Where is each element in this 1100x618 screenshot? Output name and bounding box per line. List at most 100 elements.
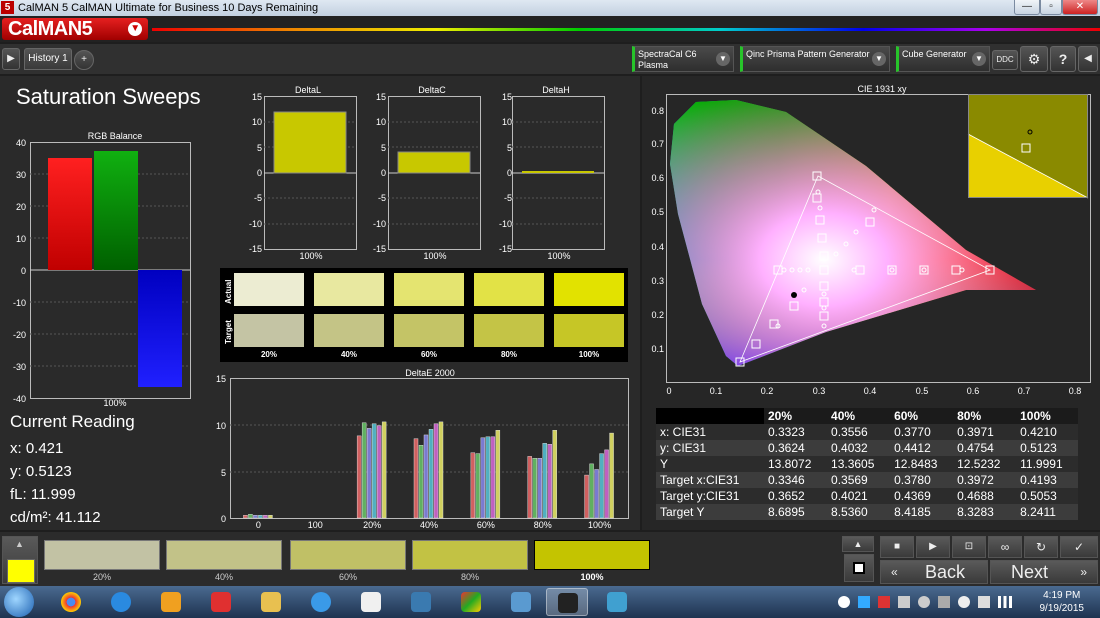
clock-time: 4:19 PM [1043, 590, 1081, 601]
tick-label: 0 [256, 168, 262, 178]
table-cell: x: CIE31 [656, 424, 764, 440]
cloud-icon[interactable] [300, 588, 342, 616]
tick-label: 0.3 [812, 386, 826, 396]
table-cell: 0.5123 [1016, 440, 1078, 456]
tray-icon[interactable] [878, 596, 890, 608]
close-button[interactable]: ✕ [1062, 0, 1098, 15]
window-app-icon[interactable] [400, 588, 442, 616]
tick-label: 0 [380, 168, 386, 178]
window-title: CalMAN 5 CalMAN Ultimate for Business 10… [18, 2, 319, 14]
chevron-down-icon: ▼ [716, 52, 730, 66]
chevron-up-icon[interactable]: ▲ [842, 536, 874, 552]
tray-icon[interactable] [838, 596, 850, 608]
deltae-x-tick-label: 40% [419, 520, 438, 530]
minimize-button[interactable]: — [1014, 0, 1040, 15]
table-row: Y 13.8072 13.3605 12.8483 12.5232 11.9991 [656, 456, 1078, 472]
delta-c-title: DeltaC [418, 85, 446, 95]
tray-icon[interactable] [958, 596, 970, 608]
tick-label: -5 [377, 193, 386, 203]
play-icon[interactable]: ▶ [2, 48, 20, 70]
next-button[interactable]: Next » [990, 560, 1098, 584]
collapse-panel-icon[interactable]: ◀ [1078, 46, 1098, 72]
tray-icon[interactable] [938, 596, 950, 608]
measure-all-icon[interactable]: ⊡ [952, 536, 986, 558]
checkmark-icon[interactable]: ✓ [1060, 536, 1098, 558]
calman-taskbar-icon[interactable] [546, 588, 588, 616]
back-button[interactable]: « Back [880, 560, 988, 584]
tick-label: 30 [15, 170, 26, 180]
tick-label: 0.5 [915, 386, 929, 396]
swatch-comparison-panel: Actual Target 20% 40% 60% 80% 100% [220, 268, 628, 362]
tick-label: -15 [372, 244, 386, 254]
stop-measure-icon[interactable]: ■ [880, 536, 914, 558]
deltae-bar [258, 514, 263, 519]
bottom-swatch-40[interactable] [166, 540, 282, 570]
tick-label: 10 [375, 117, 386, 127]
play-measure-icon[interactable]: ▶ [916, 536, 950, 558]
start-button[interactable] [4, 587, 34, 617]
add-tab-button[interactable]: + [74, 50, 94, 70]
window-title-bar: 5 CalMAN 5 CalMAN Ultimate for Business … [0, 0, 1100, 16]
delta-h-x-label: 100% [547, 251, 571, 261]
network-icon[interactable] [998, 596, 1012, 608]
ddc-button[interactable]: DDC [992, 50, 1018, 70]
table-cell: 0.4210 [1016, 424, 1078, 440]
target-swatch-40 [314, 314, 384, 347]
apps-grid-icon[interactable] [350, 588, 392, 616]
internet-explorer-icon[interactable] [100, 588, 142, 616]
tick-label: 5 [256, 143, 262, 153]
deltae-bar [594, 469, 599, 519]
file-explorer-icon[interactable] [250, 588, 292, 616]
tick-label: 5 [380, 143, 386, 153]
blue-bar [138, 270, 182, 387]
tick-label: 0.1 [651, 344, 664, 354]
clock[interactable]: 4:19 PM 9/19/2015 [1040, 589, 1085, 615]
help-icon[interactable]: ? [1050, 46, 1076, 72]
table-header-cell: 80% [953, 408, 1017, 424]
bottom-swatch-80[interactable] [412, 540, 528, 570]
table-row: Target Y 8.6895 8.5360 8.4185 8.3283 8.2411 [656, 504, 1078, 520]
tab-history-1[interactable]: History 1 [24, 48, 72, 70]
delta-h-bar [522, 171, 594, 173]
gear-icon[interactable]: ⚙ [1020, 46, 1048, 72]
bottom-swatch-20[interactable] [44, 540, 160, 570]
colorful-app-icon[interactable] [450, 588, 492, 616]
bottom-swatch-100[interactable] [534, 540, 650, 570]
chrome-icon[interactable] [50, 588, 92, 616]
meter-selector[interactable]: SpectraCal C6 Plasma ▼ [632, 46, 734, 72]
tick-label: -15 [498, 244, 512, 254]
tray-icon[interactable] [858, 596, 870, 608]
table-cell: 0.3556 [827, 424, 891, 440]
bottom-swatch-60[interactable] [290, 540, 406, 570]
chevron-down-icon: ▼ [128, 22, 142, 36]
network-app-icon[interactable] [500, 588, 542, 616]
chevron-up-icon[interactable]: ▲ [15, 539, 24, 549]
calman-logo-menu[interactable]: CalMAN5 ▼ [2, 18, 148, 40]
tick-label: -10 [498, 219, 512, 229]
volume-icon[interactable] [978, 596, 990, 608]
tick-label: -5 [503, 193, 512, 203]
media-player-icon[interactable] [150, 588, 192, 616]
photo-viewer-icon[interactable] [596, 588, 638, 616]
actual-swatch-60 [394, 273, 464, 306]
windows-taskbar: 4:19 PM 9/19/2015 [0, 586, 1100, 618]
continuous-icon[interactable]: ∞ [988, 536, 1022, 558]
reading-cdm2: cd/m²: 41.112 [10, 509, 101, 526]
deltae-bar [480, 437, 486, 519]
refresh-icon[interactable]: ↻ [1024, 536, 1058, 558]
measurement-table: 20% 40% 60% 80% 100% x: CIE31 0.3323 0.355… [656, 408, 1078, 520]
pattern-generator-selector[interactable]: Qinc Prisma Pattern Generator ▼ [740, 46, 890, 72]
cube-generator-selector[interactable]: Cube Generator ▼ [896, 46, 990, 72]
deltae-x-tick-label: 100 [307, 520, 323, 530]
deltae-bar [475, 453, 481, 519]
pdf-reader-icon[interactable] [200, 588, 242, 616]
tray-icon[interactable] [918, 596, 930, 608]
green-bar [94, 151, 138, 270]
maximize-button[interactable]: ▫ [1040, 0, 1062, 15]
tray-icon[interactable] [898, 596, 910, 608]
deltae-bar [532, 458, 537, 519]
deltae-bar [433, 423, 439, 519]
stop-icon[interactable] [844, 554, 874, 582]
table-cell: 8.3283 [953, 504, 1017, 520]
deltae-bar [418, 444, 424, 519]
